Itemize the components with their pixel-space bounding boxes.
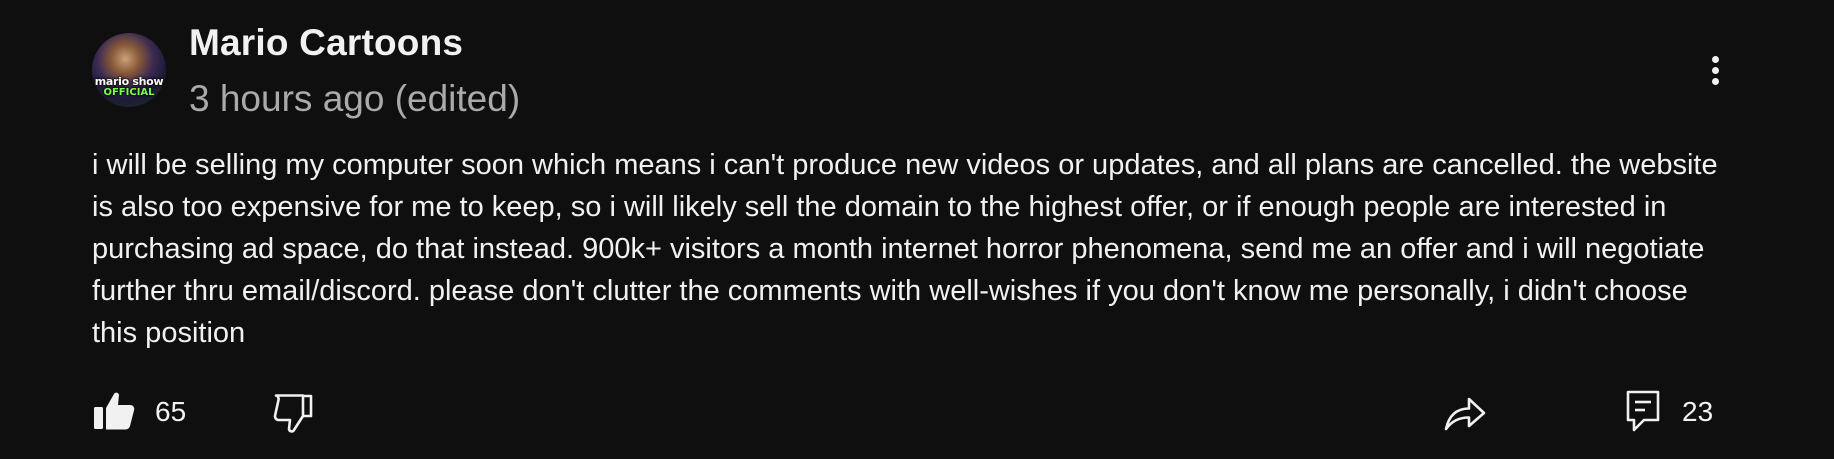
dislike-button[interactable]	[272, 393, 316, 437]
reply-icon	[1626, 390, 1660, 432]
thumbs-up-icon	[94, 392, 135, 430]
comment-timestamp: 3 hours ago (edited)	[189, 78, 521, 119]
comment-body: i will be selling my computer soon which…	[92, 149, 1718, 349]
avatar[interactable]: mario show OFFICIAL	[92, 33, 166, 107]
share-button[interactable]	[1444, 393, 1488, 435]
author-name[interactable]: Mario Cartoons	[189, 22, 463, 64]
reply-count: 23	[1682, 396, 1714, 427]
thumbs-down-icon	[273, 394, 313, 433]
like-button[interactable]	[92, 390, 140, 434]
more-dot	[1712, 67, 1719, 74]
share-icon	[1444, 397, 1486, 431]
more-vertical-icon	[1712, 56, 1719, 63]
more-options-button[interactable]	[1700, 50, 1730, 90]
like-count: 65	[155, 396, 187, 427]
reply-button[interactable]	[1626, 390, 1662, 434]
avatar-text-line2: OFFICIAL	[103, 87, 155, 98]
more-dot	[1712, 78, 1719, 85]
